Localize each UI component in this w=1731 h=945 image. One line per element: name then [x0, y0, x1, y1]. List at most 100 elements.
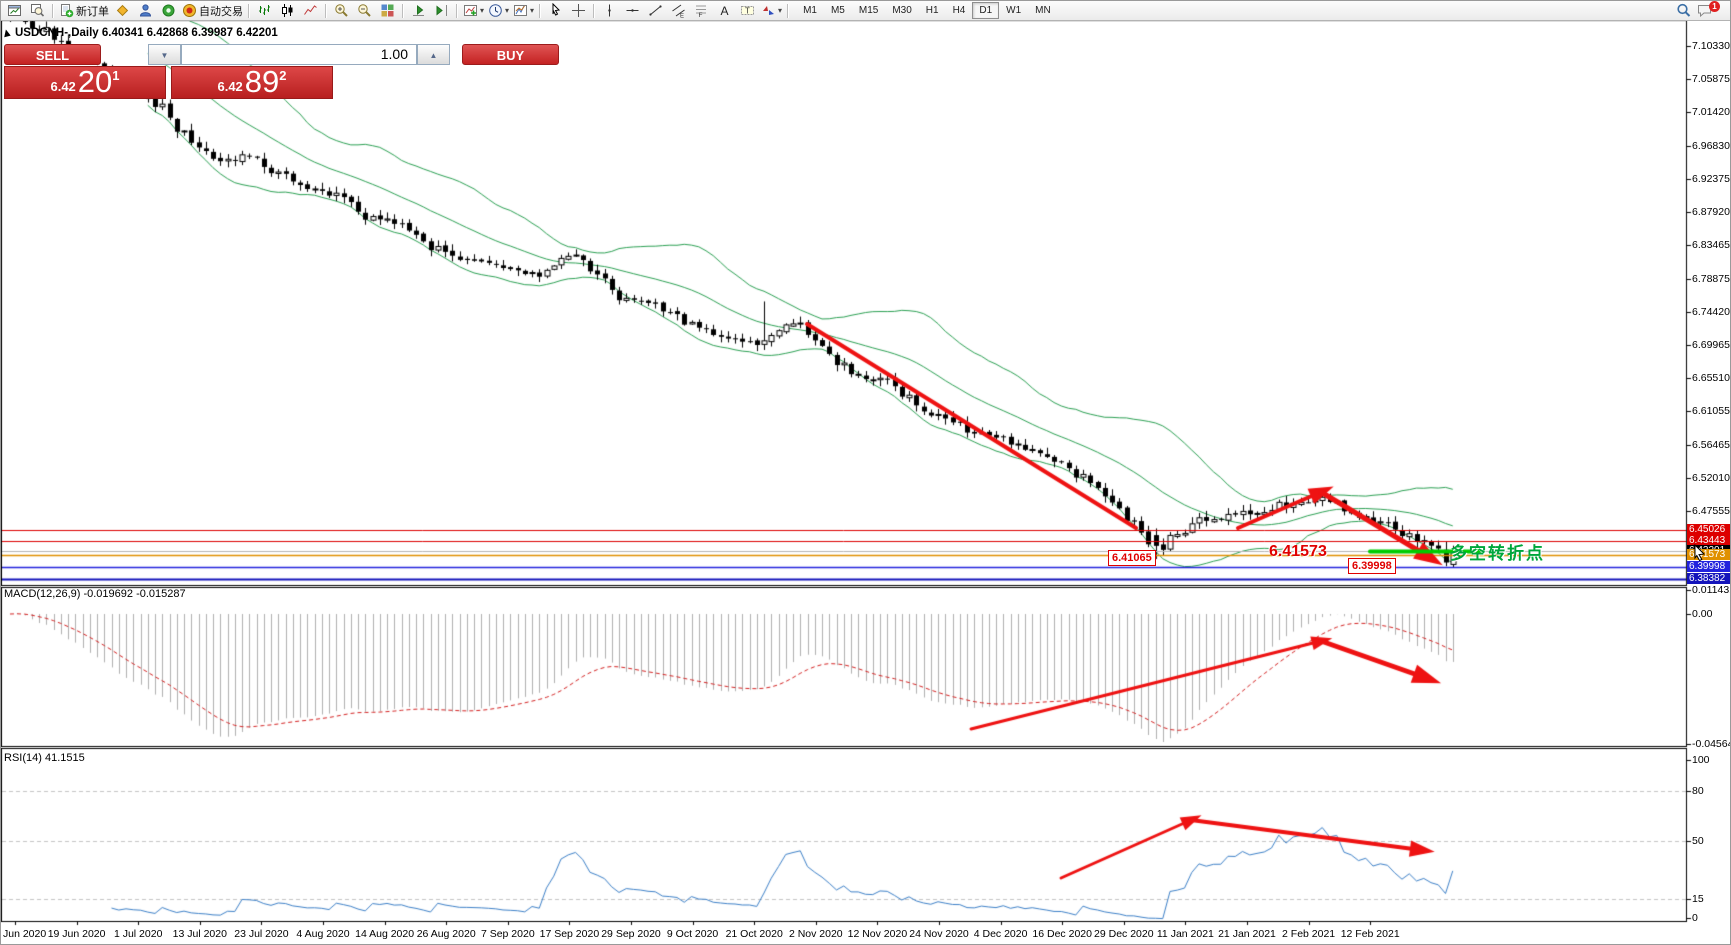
indicators-dropdown-caret[interactable]: ▾: [480, 7, 484, 15]
time-axis-label: 1 Jul 2020: [114, 928, 162, 940]
timeframe-m1[interactable]: M1: [796, 2, 824, 19]
autotrading-button[interactable]: 自动交易: [180, 2, 245, 19]
fibonacci-button[interactable]: F: [690, 2, 713, 19]
navigator-button[interactable]: [157, 2, 180, 19]
search-button[interactable]: [1672, 2, 1695, 19]
arrows-button[interactable]: ▾: [759, 2, 784, 19]
timeframe-mn[interactable]: MN: [1028, 2, 1058, 19]
new-order-button[interactable]: 新订单: [57, 2, 111, 19]
price-axis-label: 6.92375: [1692, 173, 1730, 185]
svg-text:T: T: [745, 7, 750, 16]
toolbar-separator: [593, 4, 595, 18]
zoom-in-button[interactable]: [330, 2, 353, 19]
buy-button[interactable]: BUY: [462, 44, 559, 65]
fibonacci-icon: F: [694, 3, 709, 18]
indicator-axis-label: 0: [1692, 912, 1698, 924]
equidistant-channel-button[interactable]: E: [667, 2, 690, 19]
timeframe-m15[interactable]: M15: [852, 2, 885, 19]
indicators-button[interactable]: ▾: [461, 2, 486, 19]
macd-indicator-label: MACD(12,26,9) -0.019692 -0.015287: [4, 588, 186, 600]
autotrading-label: 自动交易: [199, 3, 243, 19]
chart-area-canvas[interactable]: [1, 20, 1731, 945]
tile-windows-icon: [380, 3, 395, 18]
indicator-axis-label: 100: [1692, 754, 1710, 766]
vertical-line-button[interactable]: [598, 2, 621, 19]
periods-dropdown-caret[interactable]: ▾: [505, 7, 509, 15]
market-watch-button[interactable]: [111, 2, 134, 19]
price-axis-label: 6.87920: [1692, 206, 1730, 218]
horizontal-line-button[interactable]: [621, 2, 644, 19]
sell-price-display[interactable]: 6.42 20 1: [4, 66, 166, 99]
arrows-dropdown-caret[interactable]: ▾: [778, 7, 782, 15]
mouse-cursor: [1694, 544, 1706, 566]
candlestick-chart-button[interactable]: [276, 2, 299, 19]
chart-profiles-button[interactable]: [26, 2, 49, 19]
indicator-axis-label: 0.00: [1692, 608, 1712, 620]
toolbar-separator: [402, 4, 404, 18]
volume-spinner: ▼ ▲: [148, 44, 450, 65]
periods-icon: [488, 3, 503, 18]
time-axis-label: 12 Nov 2020: [848, 928, 908, 940]
new-chart-icon: [7, 3, 22, 18]
price-axis-label: 6.69965: [1692, 339, 1730, 351]
text-label-button[interactable]: T: [736, 2, 759, 19]
auto-scroll-button[interactable]: [407, 2, 430, 19]
timeframe-group: M1M5M15M30H1H4D1W1MN: [796, 2, 1058, 19]
time-axis-label: 21 Jan 2021: [1218, 928, 1276, 940]
time-axis-label: Jun 2020: [3, 928, 46, 940]
periods-button[interactable]: ▾: [486, 2, 511, 19]
toolbar-separator: [325, 4, 327, 18]
time-axis-label: 19 Jun 2020: [48, 928, 106, 940]
swing-low-label-2: 6.39998: [1348, 558, 1396, 574]
time-axis-label: 14 Aug 2020: [355, 928, 414, 940]
candlestick-chart-icon: [280, 3, 295, 18]
volume-increase-button[interactable]: ▲: [417, 44, 450, 65]
data-window-button[interactable]: [134, 2, 157, 19]
timeframe-d1[interactable]: D1: [972, 2, 999, 19]
sell-button[interactable]: SELL: [4, 44, 101, 65]
trendline-button[interactable]: [644, 2, 667, 19]
timeframe-h4[interactable]: H4: [946, 2, 973, 19]
cursor-button[interactable]: [544, 2, 567, 19]
new-chart-button[interactable]: [3, 2, 26, 19]
timeframe-h1[interactable]: H1: [919, 2, 946, 19]
toolbar-right-group: 1: [1672, 2, 1722, 19]
time-axis-label: 2 Nov 2020: [789, 928, 843, 940]
price-tag: 6.38382: [1687, 573, 1731, 584]
time-axis-label: 2 Feb 2021: [1282, 928, 1335, 940]
cursor-icon: [548, 3, 563, 18]
text-button[interactable]: A: [713, 2, 736, 19]
buy-price-small: 6.42: [217, 79, 242, 94]
text-label-icon: T: [740, 3, 755, 18]
volume-decrease-button[interactable]: ▼: [148, 44, 181, 65]
line-chart-button[interactable]: [299, 2, 322, 19]
volume-input[interactable]: [181, 44, 417, 65]
buy-price-display[interactable]: 6.42 89 2: [171, 66, 333, 99]
templates-dropdown-caret[interactable]: ▾: [530, 7, 534, 15]
tile-windows-button[interactable]: [376, 2, 399, 19]
toolbar-separator: [248, 4, 250, 18]
timeframe-m5[interactable]: M5: [824, 2, 852, 19]
horizontal-line-icon: [625, 3, 640, 18]
bar-chart-button[interactable]: [253, 2, 276, 19]
price-axis-label: 6.56465: [1692, 439, 1730, 451]
swing-low-label-1: 6.41065: [1108, 550, 1156, 566]
chart-shift-button[interactable]: [430, 2, 453, 19]
chat-button[interactable]: 1: [1695, 2, 1722, 19]
toolbar-separator: [52, 4, 54, 18]
timeframe-m30[interactable]: M30: [885, 2, 918, 19]
notification-badge: 1: [1709, 1, 1720, 12]
price-axis-label: 6.61055: [1692, 405, 1730, 417]
crosshair-button[interactable]: [567, 2, 590, 19]
templates-icon: [513, 3, 528, 18]
toolbar: 新订单 自动交易 ▾ ▾ ▾ EFAT ▾ M1M5M15M30H1H4D1W1MN 1: [1, 1, 1730, 21]
zoom-out-button[interactable]: [353, 2, 376, 19]
one-click-prices: 6.42 20 1 6.42 89 2: [4, 66, 559, 99]
navigator-icon: [161, 3, 176, 18]
timeframe-w1[interactable]: W1: [999, 2, 1028, 19]
time-axis-label: 21 Oct 2020: [726, 928, 783, 940]
templates-button[interactable]: ▾: [511, 2, 536, 19]
zoom-in-icon: [334, 3, 349, 18]
time-axis-label: 7 Sep 2020: [481, 928, 535, 940]
time-axis-label: 13 Jul 2020: [173, 928, 227, 940]
